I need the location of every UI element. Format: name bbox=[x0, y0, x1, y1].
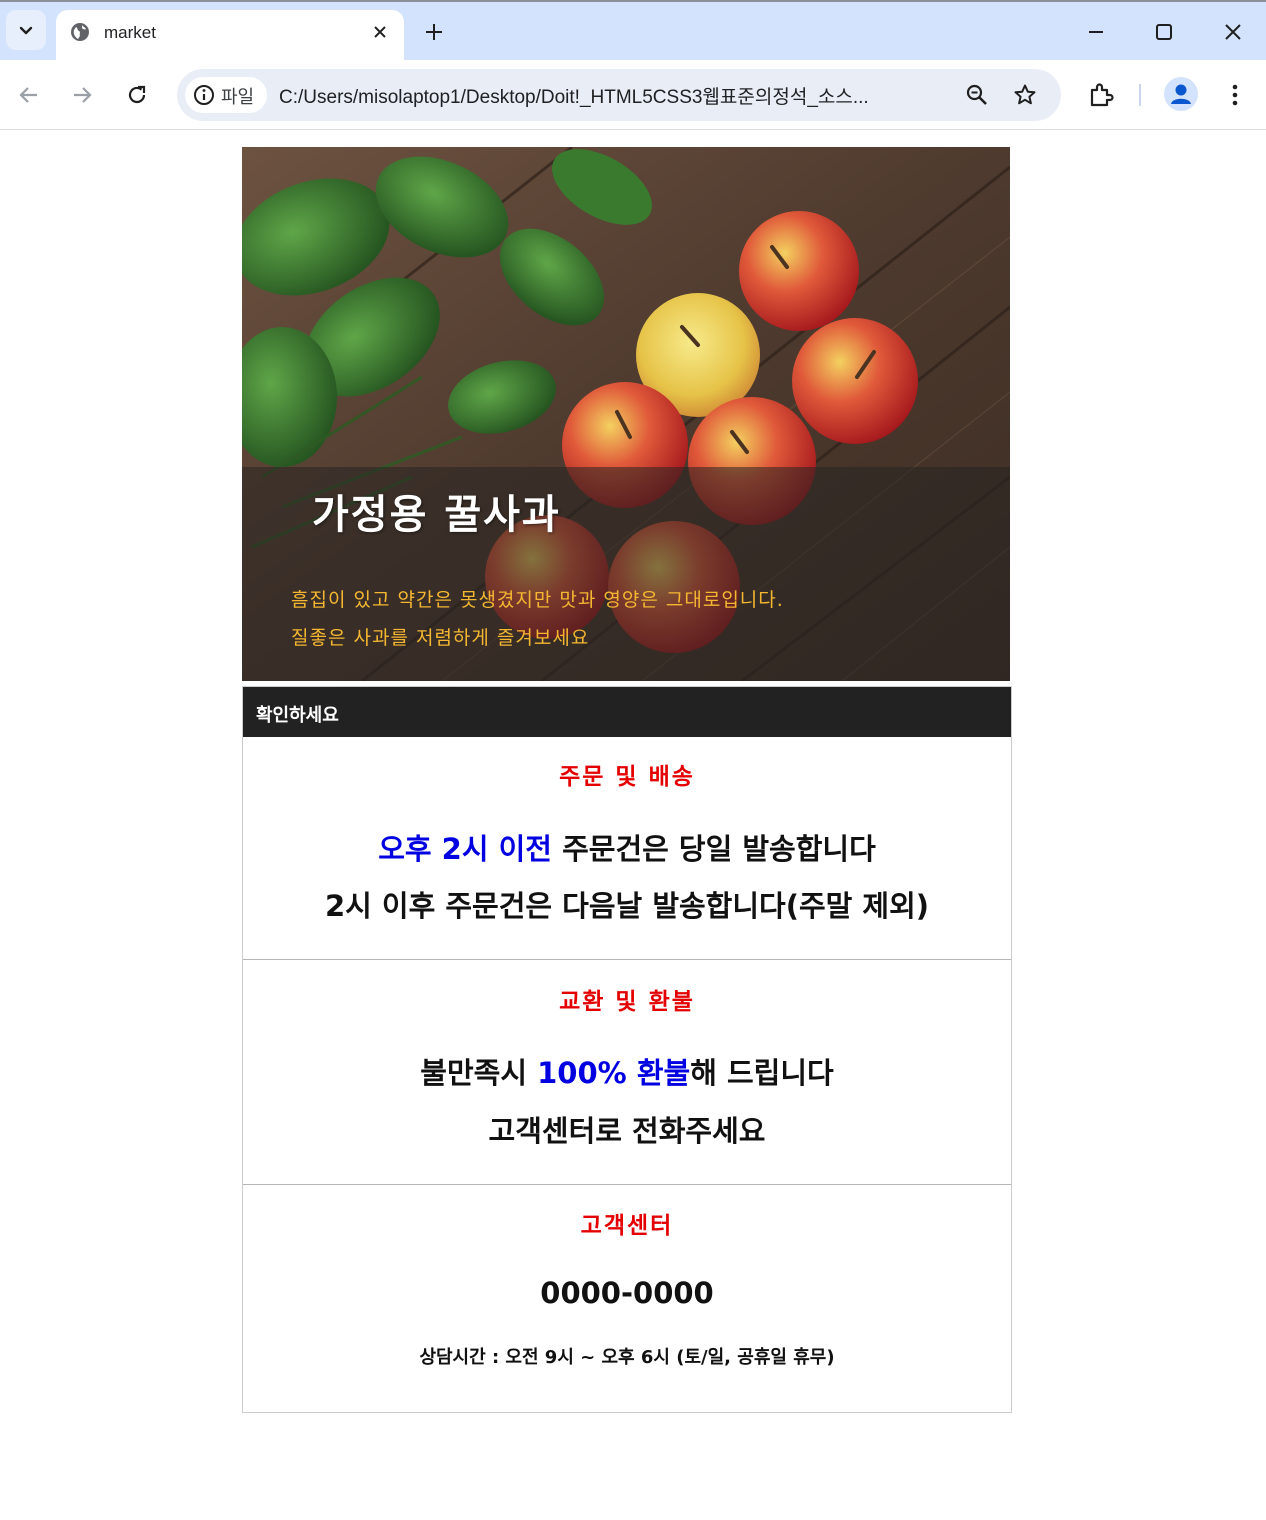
info-icon bbox=[194, 85, 214, 105]
shipping-line2: 2시 이후 주문건은 다음날 발송합니다(주말 제외) bbox=[324, 889, 930, 923]
tab-market[interactable]: market bbox=[56, 10, 404, 62]
hero-description-line2: 질좋은 사과를 저렴하게 즐겨보세요 bbox=[291, 627, 590, 649]
more-vert-icon bbox=[1232, 84, 1238, 106]
notice-header: 확인하세요 bbox=[243, 687, 1011, 737]
new-tab-button[interactable] bbox=[418, 16, 450, 48]
reload-button[interactable] bbox=[120, 78, 154, 112]
minimize-button[interactable] bbox=[1080, 16, 1112, 48]
file-label: 파일 bbox=[221, 87, 255, 107]
hero-banner: 가정용 꿀사과 흠집이 있고 약간은 못생겼지만 맛과 영양은 그대로입니다. … bbox=[242, 147, 1010, 681]
chevron-down-icon bbox=[19, 26, 33, 35]
tab-strip: market bbox=[0, 0, 1266, 62]
support-hours: 상담시간 : 오전 9시 ~ 오후 6시 (토/일, 공휴일 휴무) bbox=[419, 1347, 835, 1368]
refund-line1: 불만족시 100% 환불해 드립니다 bbox=[243, 1050, 1011, 1092]
shipping-section-title: 주문 및 배송 bbox=[559, 764, 695, 790]
zoom-button[interactable] bbox=[963, 81, 991, 109]
notice-header-title: 확인하세요 bbox=[256, 705, 339, 726]
extensions-button[interactable] bbox=[1084, 78, 1118, 112]
minimize-icon bbox=[1089, 31, 1103, 33]
star-icon bbox=[1014, 84, 1036, 105]
bookmark-button[interactable] bbox=[1011, 81, 1039, 109]
refund-section-title: 교환 및 환불 bbox=[559, 989, 695, 1015]
menu-button[interactable] bbox=[1218, 78, 1252, 112]
forward-icon bbox=[74, 87, 92, 103]
shipping-line1: 오후 2시 이전 주문건은 당일 발송합니다 bbox=[243, 826, 1011, 868]
back-button[interactable] bbox=[12, 78, 46, 112]
back-icon bbox=[19, 87, 37, 103]
window-close-button[interactable] bbox=[1217, 16, 1249, 48]
shipping-line1-rest: 주문건은 당일 발송합니다 bbox=[552, 832, 876, 866]
shipping-highlight: 오후 2시 이전 bbox=[378, 832, 552, 866]
browser-toolbar: 파일 C:/Users/misolaptop1/Desktop/Doit!_HT… bbox=[0, 60, 1266, 130]
tab-search-button[interactable] bbox=[6, 10, 46, 50]
reload-icon bbox=[128, 85, 146, 104]
support-section-title: 고객센터 bbox=[580, 1213, 674, 1239]
refund-line1-pre: 불만족시 bbox=[420, 1056, 538, 1090]
section-divider bbox=[243, 1184, 1011, 1185]
plus-icon bbox=[426, 24, 442, 40]
zoom-icon bbox=[966, 84, 987, 105]
close-icon bbox=[374, 26, 386, 38]
tab-title: market bbox=[104, 23, 156, 42]
tab-close-button[interactable] bbox=[366, 18, 394, 46]
extensions-icon bbox=[1090, 83, 1114, 107]
maximize-button[interactable] bbox=[1148, 16, 1180, 48]
close-icon bbox=[1225, 24, 1241, 40]
refund-highlight: 100% 환불 bbox=[537, 1056, 691, 1090]
profile-button[interactable] bbox=[1164, 77, 1198, 111]
hero-title: 가정용 꿀사과 bbox=[312, 492, 561, 538]
refund-line2: 고객센터로 전화주세요 bbox=[488, 1114, 766, 1148]
profile-icon bbox=[1171, 84, 1191, 104]
hero-description-line1: 흠집이 있고 약간은 못생겼지만 맛과 영양은 그대로입니다. bbox=[291, 589, 784, 611]
forward-button[interactable] bbox=[65, 78, 99, 112]
url-text[interactable]: C:/Users/misolaptop1/Desktop/Doit!_HTML5… bbox=[279, 82, 949, 109]
toolbar-divider bbox=[1139, 84, 1141, 106]
globe-icon bbox=[71, 23, 89, 41]
support-phone: 0000-0000 bbox=[540, 1276, 714, 1310]
section-divider bbox=[243, 959, 1011, 960]
notice-box: 확인하세요 주문 및 배송 오후 2시 이전 주문건은 당일 발송합니다 2시 … bbox=[242, 686, 1012, 1413]
maximize-icon bbox=[1156, 24, 1172, 40]
refund-line1-post: 해 드립니다 bbox=[690, 1056, 834, 1090]
address-bar[interactable]: 파일 C:/Users/misolaptop1/Desktop/Doit!_HT… bbox=[177, 69, 1061, 121]
